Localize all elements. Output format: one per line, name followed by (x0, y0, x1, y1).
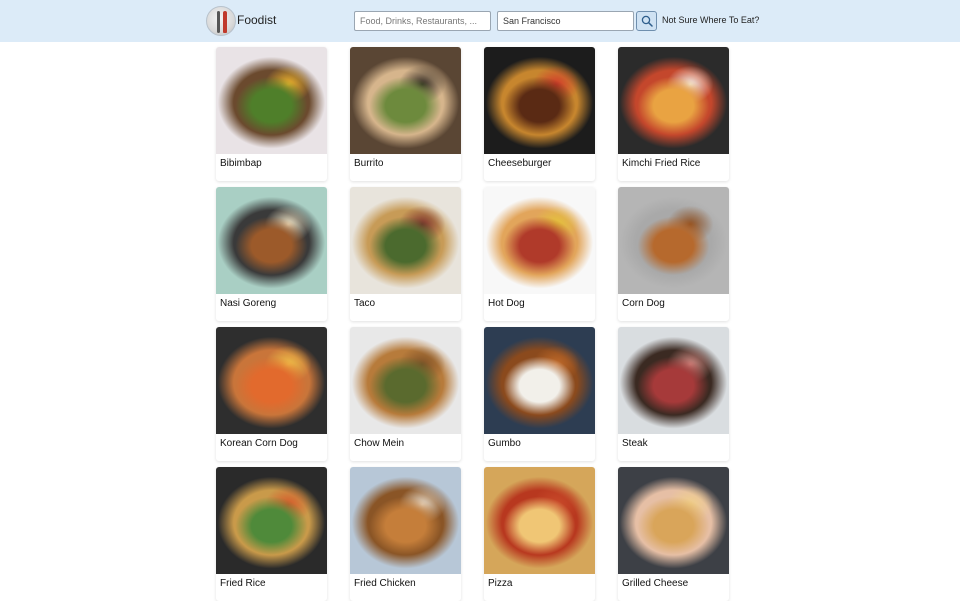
food-label[interactable]: Korean Corn Dog (220, 438, 298, 449)
food-image[interactable] (618, 47, 729, 154)
food-label[interactable]: Fried Rice (220, 578, 266, 589)
food-card[interactable]: Fried Chicken (350, 467, 461, 601)
food-card[interactable]: Hot Dog (484, 187, 595, 321)
food-label[interactable]: Fried Chicken (354, 578, 416, 589)
food-label[interactable]: Grilled Cheese (622, 578, 688, 589)
food-image[interactable] (484, 47, 595, 154)
food-image[interactable] (618, 327, 729, 434)
food-image[interactable] (216, 47, 327, 154)
food-card[interactable]: Bibimbap (216, 47, 327, 181)
food-label[interactable]: Pizza (488, 578, 512, 589)
food-card[interactable]: Gumbo (484, 327, 595, 461)
top-header: Foodist Not Sure Where To Eat? (0, 0, 960, 42)
food-label[interactable]: Corn Dog (622, 298, 665, 309)
food-label[interactable]: Chow Mein (354, 438, 404, 449)
brand-name[interactable]: Foodist (237, 13, 276, 27)
food-image[interactable] (216, 467, 327, 574)
logo-icon[interactable] (206, 6, 236, 36)
food-image[interactable] (484, 187, 595, 294)
food-image[interactable] (484, 467, 595, 574)
food-card[interactable]: Chow Mein (350, 327, 461, 461)
food-image[interactable] (350, 467, 461, 574)
food-label[interactable]: Bibimbap (220, 158, 262, 169)
food-label[interactable]: Steak (622, 438, 648, 449)
food-card[interactable]: Fried Rice (216, 467, 327, 601)
location-input[interactable] (497, 11, 634, 31)
food-search-input[interactable] (354, 11, 491, 31)
food-image[interactable] (618, 467, 729, 574)
search-icon (641, 15, 653, 27)
knife-icon (223, 11, 227, 33)
food-label[interactable]: Cheeseburger (488, 158, 551, 169)
food-card[interactable]: Corn Dog (618, 187, 729, 321)
food-card[interactable]: Grilled Cheese (618, 467, 729, 601)
food-label[interactable]: Burrito (354, 158, 383, 169)
food-card[interactable]: Kimchi Fried Rice (618, 47, 729, 181)
fork-icon (217, 11, 220, 33)
food-image[interactable] (216, 327, 327, 434)
food-card[interactable]: Cheeseburger (484, 47, 595, 181)
food-image[interactable] (484, 327, 595, 434)
food-card[interactable]: Nasi Goreng (216, 187, 327, 321)
food-label[interactable]: Hot Dog (488, 298, 525, 309)
food-image[interactable] (618, 187, 729, 294)
search-button[interactable] (636, 11, 657, 31)
food-label[interactable]: Gumbo (488, 438, 521, 449)
not-sure-link[interactable]: Not Sure Where To Eat? (662, 15, 759, 25)
food-label[interactable]: Taco (354, 298, 375, 309)
food-label[interactable]: Nasi Goreng (220, 298, 276, 309)
food-card[interactable]: Pizza (484, 467, 595, 601)
food-image[interactable] (350, 47, 461, 154)
food-card[interactable]: Korean Corn Dog (216, 327, 327, 461)
food-image[interactable] (350, 327, 461, 434)
food-label[interactable]: Kimchi Fried Rice (622, 158, 700, 169)
food-card[interactable]: Taco (350, 187, 461, 321)
food-card[interactable]: Burrito (350, 47, 461, 181)
food-image[interactable] (216, 187, 327, 294)
food-image[interactable] (350, 187, 461, 294)
food-card[interactable]: Steak (618, 327, 729, 461)
